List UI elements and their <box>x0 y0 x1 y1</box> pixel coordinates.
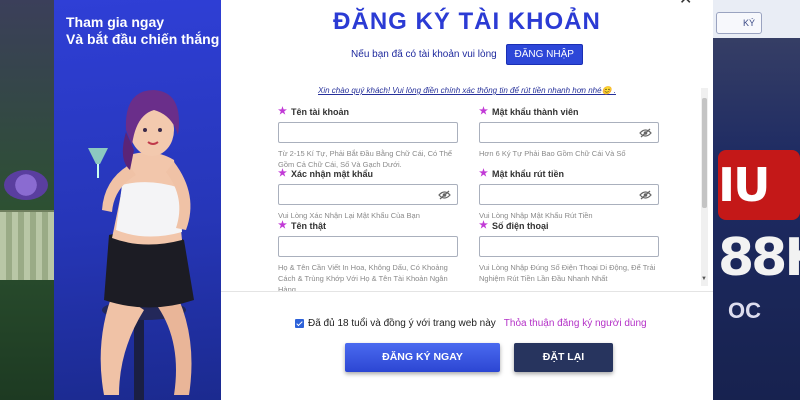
promo-line-1: Tham gia ngay <box>66 14 165 30</box>
withdraw-password-field-group: ★ Mật khẩu rút tiền Vui Lòng Nhập Mật Kh… <box>479 168 665 221</box>
confirm-password-label: ★ Xác nhận mật khẩu <box>278 168 464 179</box>
star-icon: ★ <box>278 220 287 231</box>
real-name-input[interactable] <box>278 236 458 257</box>
withdraw-password-label: ★ Mật khẩu rút tiền <box>479 168 665 179</box>
register-now-button[interactable]: ĐĂNG KÝ NGAY <box>345 343 500 372</box>
password-label: ★ Mật khẩu thành viên <box>479 106 665 117</box>
phone-label-text: Số điện thoại <box>491 220 549 231</box>
withdraw-password-label-text: Mật khẩu rút tiền <box>491 168 564 179</box>
banknote-image <box>0 210 60 280</box>
promo-line-2: Và bắt đầu chiến thắng <box>66 31 220 47</box>
check-icon[interactable] <box>295 319 304 328</box>
confirm-password-field-group: ★ Xác nhận mật khẩu Vui Lòng Xác Nhận Lạ… <box>278 168 464 221</box>
reset-button[interactable]: ĐẶT LẠI <box>514 343 613 372</box>
modal-title: ĐĂNG KÝ TÀI KHOẢN <box>333 8 601 35</box>
background-banner-amount: 88K <box>718 228 800 288</box>
agreement-text: Đã đủ 18 tuổi và đồng ý với trang web nà… <box>308 318 496 329</box>
star-icon: ★ <box>479 106 488 117</box>
phone-hint: Vui Lòng Nhập Đúng Số Điện Thoại Di Động… <box>479 263 656 283</box>
form-scroll-area: Xin chào quý khách! Vui lòng điền chính … <box>221 82 713 292</box>
eye-slash-icon[interactable] <box>639 128 652 138</box>
star-icon: ★ <box>278 168 287 179</box>
greeting-text: Xin chào quý khách! Vui lòng điền chính … <box>318 86 616 95</box>
username-input[interactable] <box>278 122 458 143</box>
login-button[interactable]: ĐĂNG NHẬP <box>505 44 583 65</box>
real-name-hint: Họ & Tên Cần Viết In Hoa, Không Dấu, Có … <box>278 263 448 292</box>
password-label-text: Mật khẩu thành viên <box>491 106 579 117</box>
username-field-group: ★ Tên tài khoản Từ 2-15 Kí Tự, Phải Bắt … <box>278 106 464 170</box>
login-prompt-text: Nếu bạn đã có tài khoản vui lòng <box>351 49 497 60</box>
real-name-label: ★ Tên thật <box>278 220 464 231</box>
real-name-label-text: Tên thật <box>290 220 326 231</box>
phone-label: ★ Số điện thoại <box>479 220 665 231</box>
casino-chips-image <box>4 170 48 200</box>
login-prompt-row: Nếu bạn đã có tài khoản vui lòng ĐĂNG NH… <box>221 44 713 65</box>
username-label: ★ Tên tài khoản <box>278 106 464 117</box>
username-label-text: Tên tài khoản <box>290 106 349 117</box>
scrollbar-thumb[interactable] <box>702 98 707 208</box>
form-divider <box>221 291 713 292</box>
form-scrollbar[interactable]: ▼ <box>701 88 708 286</box>
withdraw-password-input[interactable] <box>479 184 659 205</box>
background-right: KÝ IU 88K OC <box>712 0 800 400</box>
eye-slash-icon[interactable] <box>438 190 451 200</box>
eye-slash-icon[interactable] <box>639 190 652 200</box>
confirm-password-label-text: Xác nhận mật khẩu <box>290 168 373 179</box>
phone-input[interactable] <box>479 236 659 257</box>
terms-link[interactable]: Thỏa thuận đăng ký người dùng <box>504 318 647 329</box>
star-icon: ★ <box>278 106 287 117</box>
phone-field-group: ★ Số điện thoại Vui Lòng Nhập Đúng Số Đi… <box>479 220 665 284</box>
star-icon: ★ <box>479 220 488 231</box>
background-left <box>0 0 60 400</box>
promo-character-illustration <box>88 90 194 400</box>
register-modal: Tham gia ngay Và bắt đầu chiến thắng ĐĂN… <box>54 0 713 400</box>
password-input[interactable] <box>479 122 659 143</box>
register-form: ĐĂNG KÝ TÀI KHOẢN Nếu bạn đã có tài khoả… <box>221 0 713 400</box>
confirm-password-input[interactable] <box>278 184 458 205</box>
real-name-field-group: ★ Tên thật Họ & Tên Cần Viết In Hoa, Khô… <box>278 220 464 292</box>
star-icon: ★ <box>479 168 488 179</box>
background-banner-badge-text: IU <box>718 158 770 212</box>
username-hint: Từ 2-15 Kí Tự, Phải Bắt Đầu Bằng Chữ Cái… <box>278 149 453 169</box>
promo-headline: Tham gia ngay Và bắt đầu chiến thắng <box>66 14 219 48</box>
scroll-down-icon[interactable]: ▼ <box>701 276 707 282</box>
agreement-row: Đã đủ 18 tuổi và đồng ý với trang web nà… <box>295 318 647 329</box>
background-banner-caption: OC <box>728 298 761 323</box>
promo-panel: Tham gia ngay Và bắt đầu chiến thắng <box>54 0 221 400</box>
password-field-group: ★ Mật khẩu thành viên Hơn 6 Ký Tự Phải B… <box>479 106 665 159</box>
password-hint: Hơn 6 Ký Tự Phải Bao Gồm Chữ Cái Và Số <box>479 149 626 158</box>
background-register-button: KÝ <box>716 12 762 34</box>
